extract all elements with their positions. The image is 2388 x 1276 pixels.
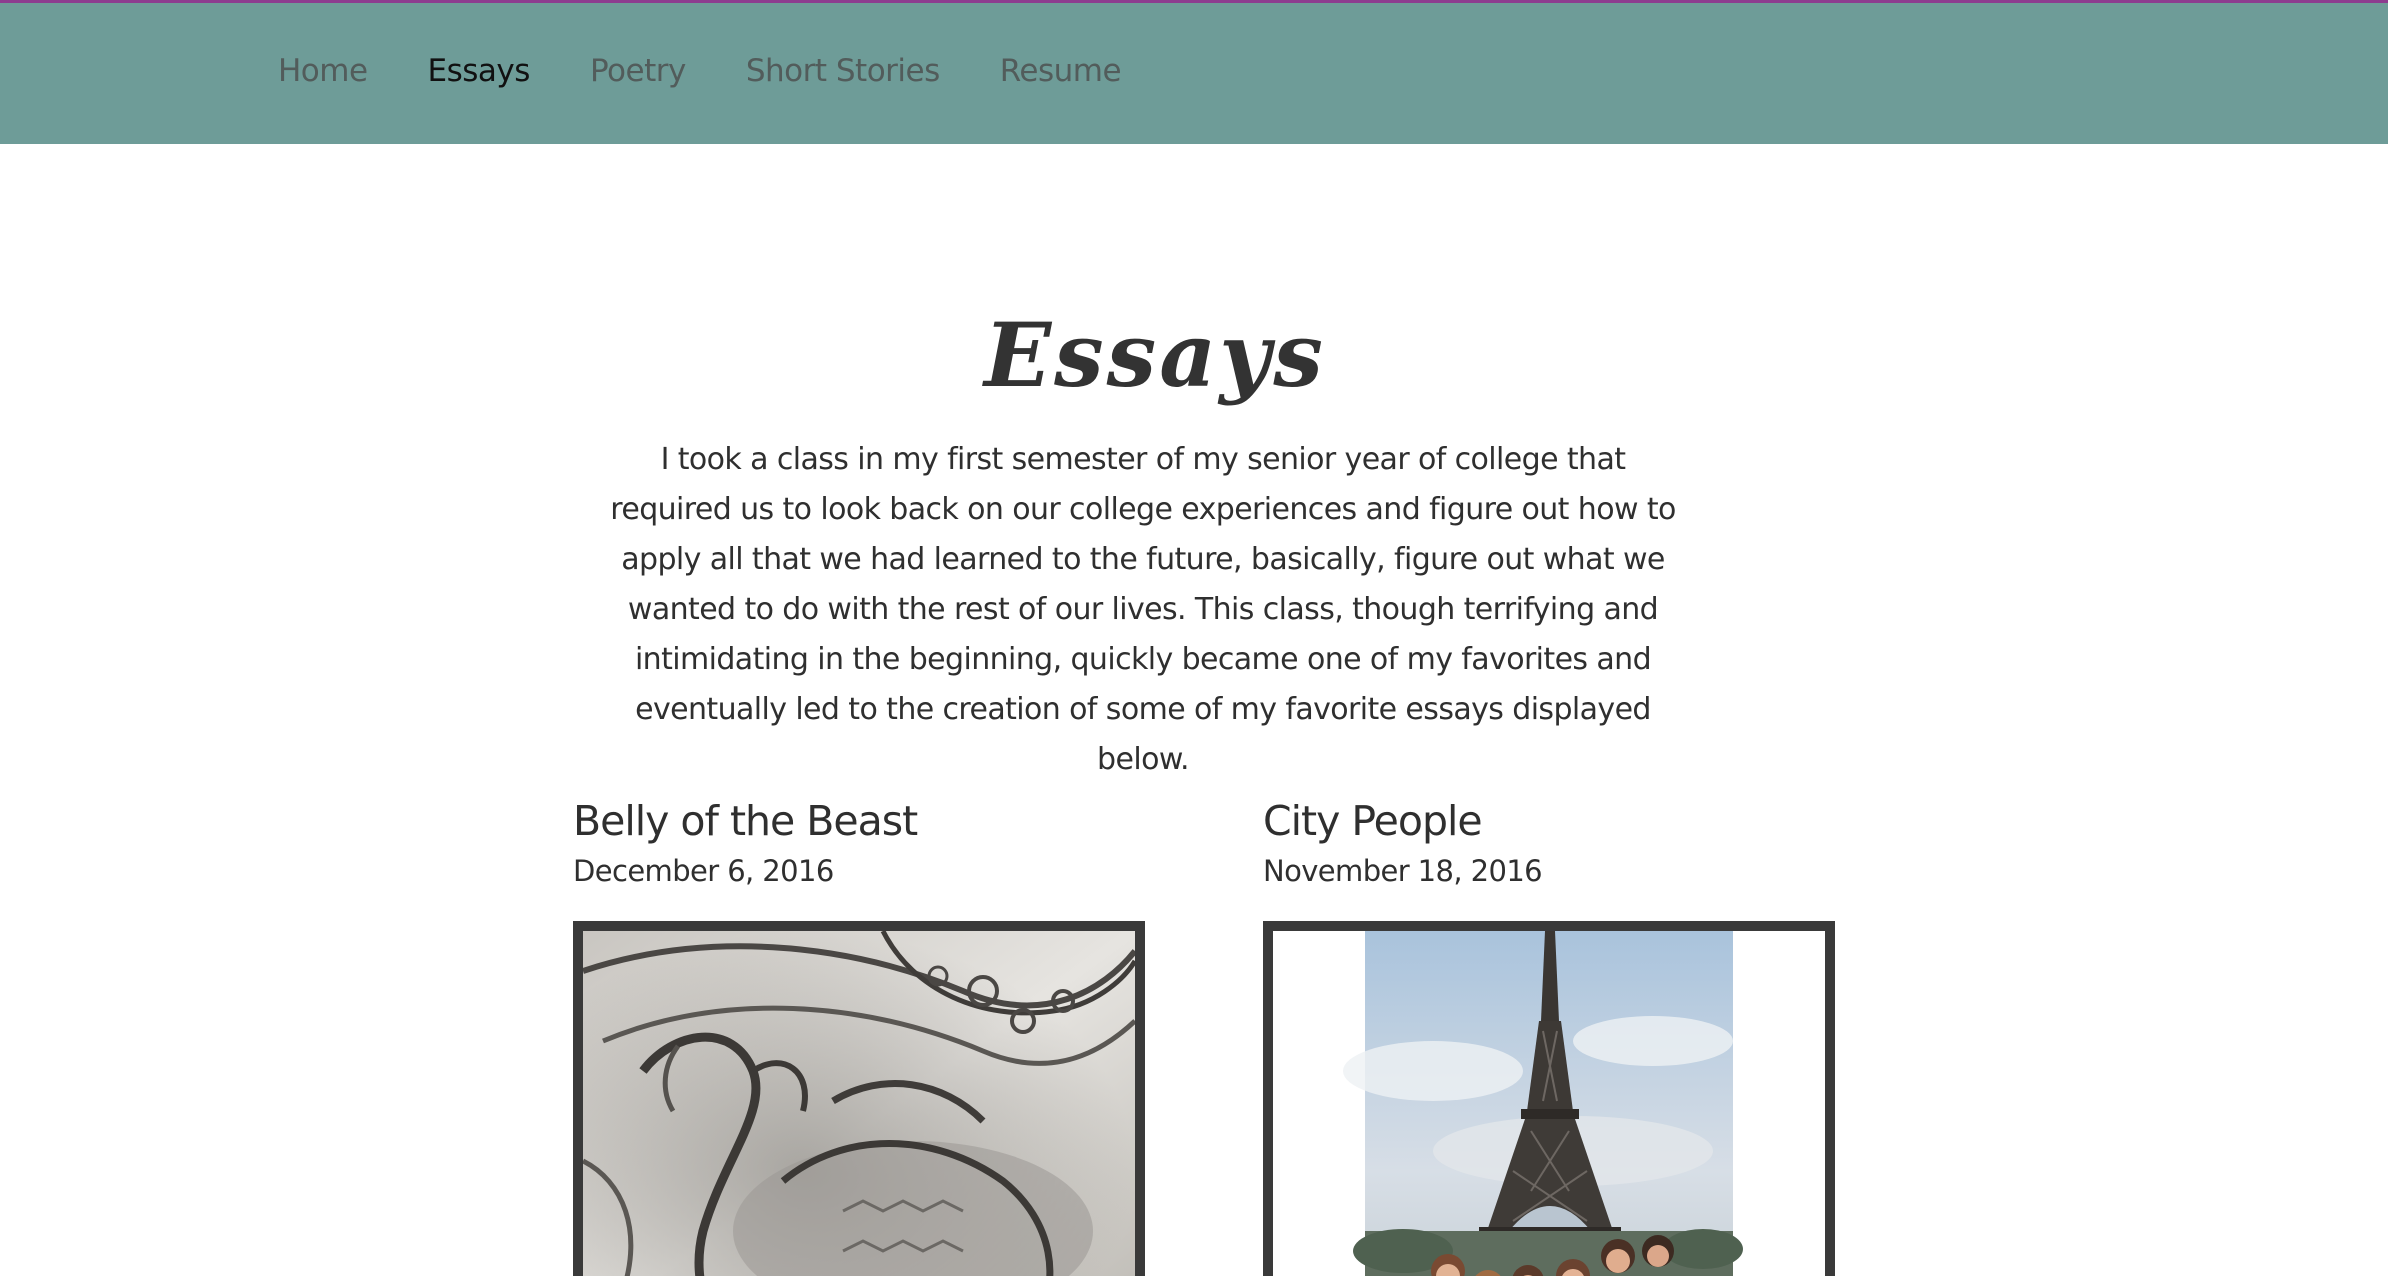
post-card: Belly of the Beast December 6, 2016 [573, 793, 1145, 1276]
nav-item-essays[interactable]: Essays [428, 53, 531, 89]
post-title[interactable]: City People [1263, 793, 1835, 849]
nav-item-short-stories[interactable]: Short Stories [746, 53, 940, 89]
nav-item-resume[interactable]: Resume [1000, 53, 1122, 89]
post-date: November 18, 2016 [1263, 854, 1543, 888]
nav-item-poetry[interactable]: Poetry [590, 53, 686, 89]
post-image-eiffel-tower[interactable] [1263, 921, 1835, 1276]
post-image-dragon-drawing[interactable] [573, 921, 1145, 1276]
post-date: December 6, 2016 [573, 854, 834, 888]
eiffel-tower-photo [1273, 931, 1825, 1276]
post-card: City People November 18, 2016 [1263, 793, 1835, 1276]
dragon-drawing-image [583, 931, 1135, 1276]
nav-menu: Home Essays Poetry Short Stories Resume [278, 53, 1181, 89]
site-navbar: Home Essays Poetry Short Stories Resume [0, 3, 2388, 144]
page: Home Essays Poetry Short Stories Resume … [0, 0, 2388, 1276]
post-title[interactable]: Belly of the Beast [573, 793, 1145, 849]
page-title: Essays [984, 302, 1326, 407]
nav-item-home[interactable]: Home [278, 53, 368, 89]
intro-paragraph: I took a class in my first semester of m… [610, 442, 1676, 777]
